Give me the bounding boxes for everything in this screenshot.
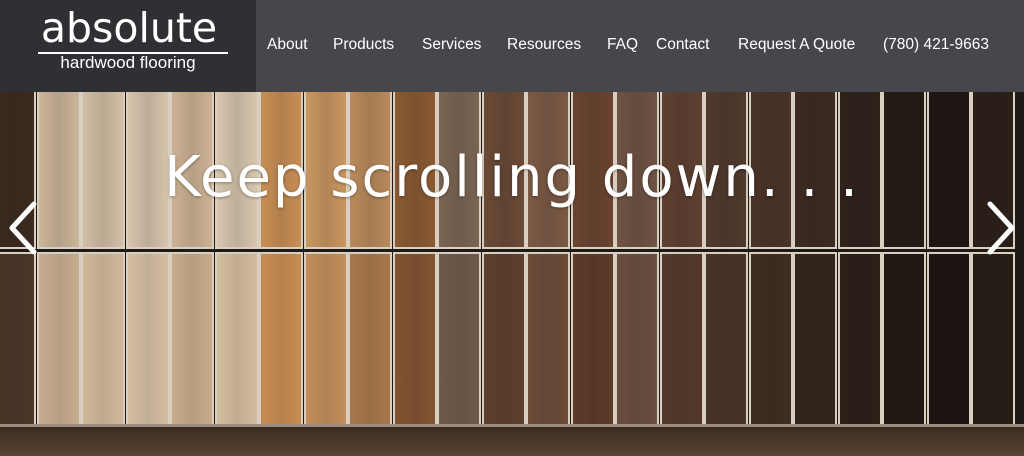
nav-item-contact[interactable]: Contact (656, 35, 709, 55)
wood-sample (170, 252, 214, 427)
wood-sample (482, 252, 526, 427)
wood-sample (126, 252, 170, 427)
hero-slider: Keep scrolling down. . . (0, 92, 1024, 456)
nav-item-products[interactable]: Products (333, 35, 394, 55)
site-header: absolute hardwood flooring About Product… (0, 0, 1024, 92)
wood-sample (215, 252, 259, 427)
wood-sample (971, 252, 1015, 427)
wood-sample (37, 252, 81, 427)
nav-item-resources[interactable]: Resources (507, 35, 581, 55)
wood-sample (749, 252, 793, 427)
floor (0, 427, 1024, 456)
slider-prev-button[interactable] (6, 200, 40, 256)
wood-sample (615, 252, 659, 427)
wood-sample (437, 252, 481, 427)
logo-wordmark: absolute (40, 4, 218, 52)
wood-sample (81, 252, 125, 427)
main-nav: About Products Services Resources FAQ Co… (256, 0, 1024, 92)
nav-item-request-quote[interactable]: Request A Quote (738, 35, 855, 55)
nav-item-about[interactable]: About (267, 35, 308, 55)
nav-item-faq[interactable]: FAQ (607, 35, 638, 55)
wood-sample (927, 252, 971, 427)
hero-headline: Keep scrolling down. . . (164, 145, 860, 210)
logo[interactable]: absolute hardwood flooring (0, 0, 256, 92)
wood-sample (571, 252, 615, 427)
chevron-right-icon (987, 201, 1015, 255)
wood-sample (704, 252, 748, 427)
slider-next-button[interactable] (984, 200, 1018, 256)
nav-item-services[interactable]: Services (422, 35, 481, 55)
logo-tagline: hardwood flooring (60, 53, 196, 72)
chevron-left-icon (9, 201, 37, 255)
wood-sample (259, 252, 303, 427)
nav-item-phone[interactable]: (780) 421-9663 (883, 35, 989, 55)
wood-sample (526, 252, 570, 427)
wood-sample (393, 252, 437, 427)
wood-sample (838, 252, 882, 427)
wood-sample (793, 252, 837, 427)
wood-sample (304, 252, 348, 427)
wood-sample (882, 252, 926, 427)
wood-sample (660, 252, 704, 427)
wood-sample (0, 252, 36, 427)
wood-sample (348, 252, 392, 427)
